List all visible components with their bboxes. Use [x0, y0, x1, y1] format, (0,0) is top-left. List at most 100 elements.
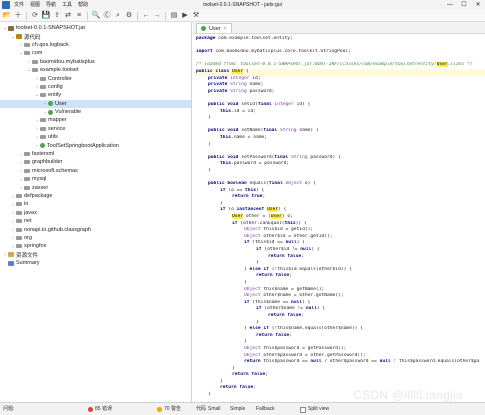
code-line[interactable]: }: [196, 280, 485, 287]
code-line[interactable]: public void setPassword(final String pas…: [196, 155, 485, 162]
search-icon[interactable]: 🔍: [91, 11, 101, 21]
code-line[interactable]: return false;: [196, 372, 485, 379]
code-line[interactable]: if (other.canEqual(this)) {: [196, 221, 485, 228]
tree-node[interactable]: › graphbuilder: [0, 158, 191, 166]
code-line[interactable]: Object other$id = other.getId();: [196, 234, 485, 241]
save-all-icon[interactable]: 💾: [41, 11, 51, 21]
tree-node[interactable]: › mapper: [0, 116, 191, 124]
code-line[interactable]: [196, 174, 485, 181]
view-code-tab[interactable]: 代码: [196, 403, 206, 415]
tree-node[interactable]: ⌄ entity: [0, 91, 191, 99]
tree-node[interactable]: ⌄ toolset-0.0.1-SNAPSHOT.jar: [0, 24, 191, 32]
find-class-icon[interactable]: Ⓒ: [102, 11, 112, 21]
code-line[interactable]: }: [196, 379, 485, 386]
code-line[interactable]: }: [196, 168, 485, 175]
tree-node[interactable]: › service: [0, 125, 191, 133]
tree-node[interactable]: ⌄ example.toolset: [0, 66, 191, 74]
code-line[interactable]: Object this$password = getPassword();: [196, 346, 485, 353]
tree-node[interactable]: › 资源文件: [0, 251, 191, 259]
code-line[interactable]: public void setName(final String name) {: [196, 128, 485, 135]
code-line[interactable]: } else if (!this$id.equals(other$id)) {: [196, 267, 485, 274]
code-line[interactable]: [196, 148, 485, 155]
tree-node[interactable]: › User: [0, 99, 191, 108]
code-line[interactable]: Object other$name = other.getName();: [196, 293, 485, 300]
forward-icon[interactable]: →: [152, 11, 162, 21]
find-usage-icon[interactable]: ⌕: [113, 11, 123, 21]
code-line[interactable]: [196, 95, 485, 102]
code-line[interactable]: Object this$id = getId();: [196, 227, 485, 234]
sync-icon[interactable]: ⇄: [63, 11, 73, 21]
tree-node[interactable]: › net: [0, 217, 191, 225]
tree-node[interactable]: › defpackage: [0, 192, 191, 200]
tree-node[interactable]: › io: [0, 200, 191, 208]
code-line[interactable]: [196, 43, 485, 50]
code-line[interactable]: }: [196, 115, 485, 122]
code-line[interactable]: this.id = id;: [196, 109, 485, 116]
code-line[interactable]: if (o == this) {: [196, 188, 485, 195]
code-line[interactable]: return true;: [196, 194, 485, 201]
code-line[interactable]: if (this$id == null) {: [196, 240, 485, 247]
debug-icon[interactable]: ▶: [180, 11, 190, 21]
code-line[interactable]: public class User {: [196, 68, 485, 76]
code-line[interactable]: if (this$name == null) {: [196, 300, 485, 307]
tree-node[interactable]: Summary: [0, 259, 191, 267]
code-line[interactable]: /* loaded from: toolset-0.0.1-SNAPSHOT.j…: [196, 62, 485, 69]
tree-node[interactable]: › config: [0, 83, 191, 91]
code-line[interactable]: private String name;: [196, 82, 485, 89]
menu-item[interactable]: 导航: [46, 0, 56, 10]
code-line[interactable]: public boolean equals(final Object o) {: [196, 181, 485, 188]
code-line[interactable]: this.password = password;: [196, 161, 485, 168]
tree-node[interactable]: › nonapi.io.github.classgraph: [0, 225, 191, 233]
code-line[interactable]: Object this$name = getName();: [196, 287, 485, 294]
flatten-icon[interactable]: ≡: [74, 11, 84, 21]
export-icon[interactable]: ⇪: [52, 11, 62, 21]
split-view-checkbox[interactable]: [300, 406, 306, 413]
code-line[interactable]: if (o instanceof User) {: [196, 207, 485, 214]
tab-user[interactable]: User ×: [196, 23, 232, 33]
code-line[interactable]: return this$password == null ? other$pas…: [196, 359, 485, 366]
code-line[interactable]: }: [196, 260, 485, 267]
tree-node[interactable]: › mysql: [0, 175, 191, 183]
view-small-tab[interactable]: Small: [208, 403, 221, 415]
close-tab-icon[interactable]: ×: [224, 26, 227, 32]
code-area[interactable]: package com.example.toolset.entity; impor…: [193, 34, 485, 402]
code-line[interactable]: return false;: [196, 313, 485, 320]
close-button[interactable]: ✕: [471, 0, 485, 10]
tree-node[interactable]: › Controller: [0, 74, 191, 82]
tree-node[interactable]: › Vulnerable: [0, 108, 191, 116]
code-line[interactable]: private String password;: [196, 89, 485, 96]
tree-node[interactable]: › fasterxml: [0, 150, 191, 158]
tree-node[interactable]: › baomidou.mybatisplus: [0, 58, 191, 66]
code-line[interactable]: }: [196, 366, 485, 373]
back-icon[interactable]: ←: [141, 11, 151, 21]
code-line[interactable]: package com.example.toolset.entity;: [196, 36, 485, 43]
menu-item[interactable]: 视图: [30, 0, 40, 10]
tree-node[interactable]: › javax: [0, 209, 191, 217]
menu-item[interactable]: 帮助: [78, 0, 88, 10]
tree-node[interactable]: ⌄ 源代码: [0, 32, 191, 41]
view-fallback-tab[interactable]: Fallback: [256, 403, 275, 415]
code-line[interactable]: return false;: [196, 254, 485, 261]
code-line[interactable]: Object other$password = other.getPasswor…: [196, 353, 485, 360]
code-line[interactable]: }: [196, 339, 485, 346]
tree-node[interactable]: › utils: [0, 133, 191, 141]
code-line[interactable]: }: [196, 320, 485, 327]
errors-indicator[interactable]: 85 错误: [88, 403, 112, 415]
maximize-button[interactable]: ☐: [457, 0, 471, 10]
tree-node[interactable]: › ToolSetSpringbootApplication: [0, 141, 191, 149]
code-line[interactable]: this.name = name;: [196, 135, 485, 142]
tree-node[interactable]: ⌄ com: [0, 49, 191, 57]
split-view-toggle[interactable]: Split view: [300, 403, 329, 415]
tree-node[interactable]: › zaxxer: [0, 183, 191, 191]
view-simple-tab[interactable]: Simple: [230, 403, 245, 415]
menu-item[interactable]: 文件: [14, 0, 24, 10]
deobfuscate-icon[interactable]: ⚙: [124, 11, 134, 21]
tree-node[interactable]: › ch.qos.logback: [0, 41, 191, 49]
log-icon[interactable]: ▤: [169, 11, 179, 21]
code-line[interactable]: [196, 122, 485, 129]
settings-icon[interactable]: ⚒: [191, 11, 201, 21]
code-line[interactable]: return false;: [196, 333, 485, 340]
code-line[interactable]: private Integer id;: [196, 76, 485, 83]
code-line[interactable]: if (other$name != null) {: [196, 306, 485, 313]
code-line[interactable]: import com.baomidou.mybatisplus.core.too…: [196, 49, 485, 56]
